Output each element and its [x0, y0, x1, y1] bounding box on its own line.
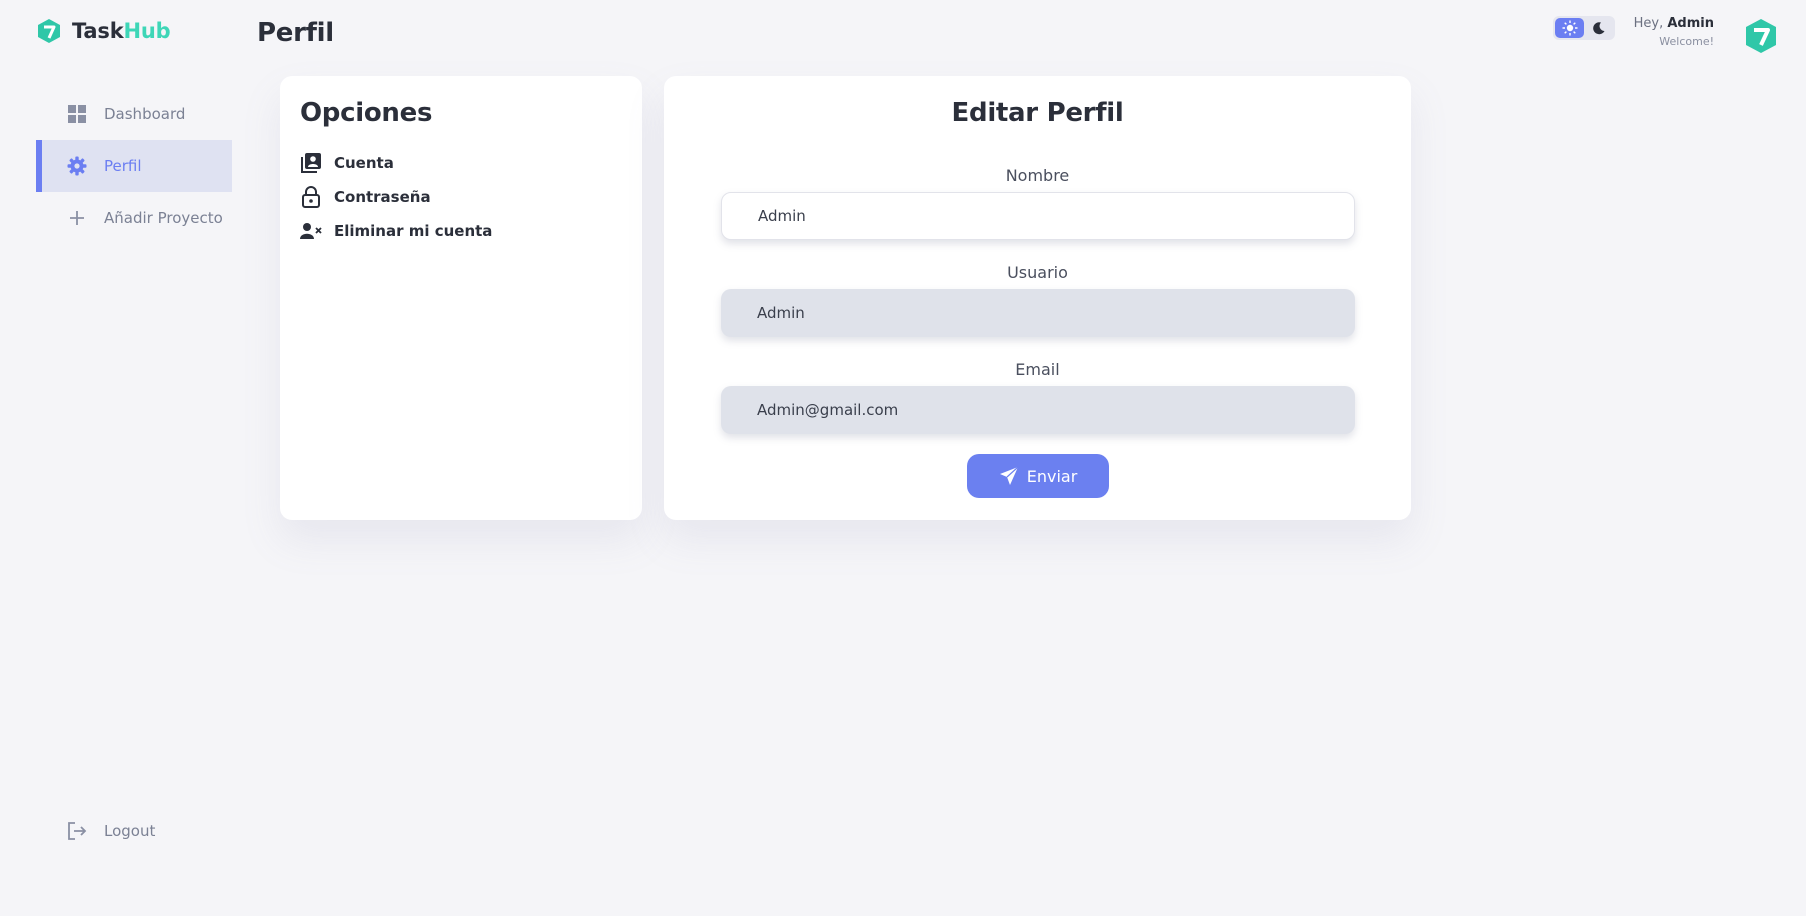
user-greeting: Hey, Admin Welcome!	[1634, 16, 1714, 48]
brand-name: TaskHub	[72, 19, 171, 43]
username-field[interactable]: Admin	[721, 289, 1355, 337]
submit-label: Enviar	[1026, 466, 1078, 486]
options-title: Opciones	[300, 98, 433, 128]
username-field-label: Usuario	[1007, 263, 1068, 282]
theme-toggle[interactable]	[1553, 16, 1615, 40]
sidebar-item-dashboard[interactable]: Dashboard	[36, 88, 232, 140]
account-box-icon	[300, 152, 322, 174]
option-label: Contraseña	[334, 188, 431, 206]
sidebar-item-perfil[interactable]: Perfil	[36, 140, 232, 192]
logout-button[interactable]: Logout	[66, 820, 155, 842]
email-field[interactable]: Admin@gmail.com	[721, 386, 1355, 434]
brand-logo[interactable]: TaskHub	[36, 18, 171, 44]
option-delete-account[interactable]: Eliminar mi cuenta	[300, 214, 622, 248]
sidebar-item-label: Añadir Proyecto	[104, 209, 223, 227]
email-field-label: Email	[1015, 360, 1060, 379]
taskhub-logo-icon	[38, 19, 60, 43]
plus-icon	[66, 207, 88, 229]
user-remove-icon	[300, 220, 322, 242]
moon-icon	[1592, 22, 1604, 35]
name-field-label: Nombre	[1005, 166, 1070, 185]
sidebar-item-label: Dashboard	[104, 105, 186, 123]
option-account[interactable]: Cuenta	[300, 146, 622, 180]
avatar[interactable]	[1744, 18, 1778, 54]
sidebar-item-label: Perfil	[104, 157, 142, 175]
sun-icon	[1562, 20, 1577, 36]
logout-icon	[66, 820, 88, 842]
gear-icon	[66, 155, 88, 177]
edit-profile-title: Editar Perfil	[951, 98, 1124, 128]
lock-icon	[300, 186, 322, 208]
sidebar-nav: Dashboard Perfil Añadir Proyecto	[36, 88, 232, 244]
name-field[interactable]: Admin	[721, 192, 1355, 240]
dark-mode-button[interactable]	[1584, 18, 1613, 38]
send-icon	[999, 466, 1019, 485]
grid-icon	[66, 103, 88, 125]
option-label: Cuenta	[334, 154, 394, 172]
submit-button[interactable]: Enviar	[967, 454, 1109, 498]
light-mode-button[interactable]	[1555, 18, 1584, 38]
user-name: Admin	[1667, 16, 1714, 31]
option-label: Eliminar mi cuenta	[334, 222, 493, 240]
sidebar-item-add-project[interactable]: Añadir Proyecto	[36, 192, 232, 244]
app-root: TaskHub Dashboard Perfil Añadir Proyecto…	[0, 0, 1806, 916]
welcome-text: Welcome!	[1659, 35, 1714, 48]
edit-profile-card: Editar Perfil Nombre Admin Usuario Admin…	[664, 76, 1411, 520]
option-password[interactable]: Contraseña	[300, 180, 622, 214]
logout-label: Logout	[104, 822, 156, 840]
greeting-line: Hey, Admin	[1633, 16, 1714, 31]
page-title: Perfil	[257, 18, 334, 48]
options-card: Opciones Cuenta Contraseña Eliminar mi c…	[280, 76, 642, 520]
sidebar: TaskHub Dashboard Perfil Añadir Proyecto…	[0, 0, 240, 916]
